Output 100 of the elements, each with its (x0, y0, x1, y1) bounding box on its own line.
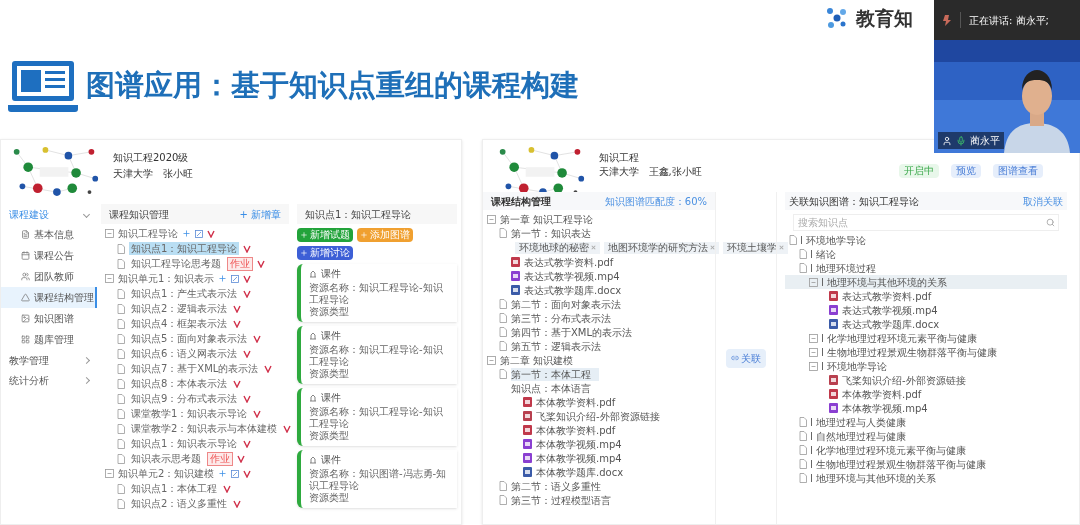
tree-item[interactable]: 第四节：基于XML的表示法 (511, 325, 641, 339)
tree-item[interactable]: 知识点1：产生式表示法 (129, 287, 240, 300)
tree-item[interactable]: 绪论 (816, 247, 836, 261)
file-link[interactable]: 本体教学题库.docx (536, 465, 632, 479)
tree-item[interactable]: 知识表示思考题 (129, 452, 203, 465)
file-link[interactable]: 本体教学视频.mp4 (536, 437, 630, 451)
resource-name: 资源名称：知识工程导论-知识工程导论 (309, 282, 444, 306)
tree-item[interactable]: 知识点2：逻辑表示法 (129, 302, 230, 315)
v-mark-icon[interactable] (207, 229, 215, 238)
tree-item[interactable]: 生物地理过程景观生物群落平衡与健康 (816, 457, 986, 471)
collapse-icon[interactable] (809, 333, 818, 343)
tree-item[interactable]: 地理环境与其他环境的关系 (816, 471, 936, 485)
file-link[interactable]: 表达式教学视频.mp4 (842, 303, 938, 317)
collapse-icon[interactable] (487, 214, 496, 224)
file-link[interactable]: 表达式教学题库.docx (524, 283, 630, 297)
tree-item[interactable]: 第一节：本体工程 (511, 367, 599, 381)
tree-item[interactable]: 知识点1：本体工程 (129, 482, 220, 495)
collapse-icon[interactable] (487, 355, 496, 365)
file-link[interactable]: 本体教学视频.mp4 (842, 401, 928, 415)
sidebar-item[interactable]: 基本信息 (1, 224, 97, 245)
plus-icon[interactable] (218, 469, 228, 478)
collapse-icon[interactable] (809, 277, 818, 287)
tree-item[interactable]: 知识点9：分布式表示法 (129, 392, 240, 405)
edit-icon[interactable] (231, 274, 240, 283)
file-link[interactable]: 表达式教学资料.pdf (524, 255, 622, 269)
tree-item[interactable]: 化学地理过程环境元素平衡与健康 (827, 331, 977, 345)
tree-item[interactable]: 自然地理过程与健康 (816, 429, 906, 443)
v-mark-icon[interactable] (264, 364, 273, 373)
tree-item[interactable]: 生物地理过程景观生物群落平衡与健康 (827, 345, 997, 359)
resource-card[interactable]: 课件 资源名称：知识工程导论-知识工程导论 资源类型 (297, 326, 457, 384)
course-title: 知识工程2020级 (113, 152, 190, 164)
tree-item[interactable]: 第三节：分布式表示法 (511, 311, 619, 325)
resource-card[interactable]: 课件 资源名称：知识工程导论-知识工程导论 资源类型 (297, 388, 457, 446)
resource-card[interactable]: 课件 资源名称：知识工程导论-知识工程导论 资源类型 (297, 264, 457, 322)
sidebar-item[interactable]: 课程结构管理 (1, 287, 97, 308)
action-button[interactable]: 图谱查看 (993, 164, 1043, 178)
tree-item[interactable]: 地理过程与人类健康 (816, 415, 906, 429)
tree-item[interactable]: 第三节：过程模型语言 (511, 493, 619, 507)
tree-item[interactable]: 第二节：语义多重性 (511, 479, 609, 493)
collapse-icon[interactable] (809, 361, 818, 371)
tree-item[interactable]: 第一章 知识工程导论 (500, 212, 602, 226)
file-link[interactable]: 本体教学资料.pdf (842, 387, 922, 401)
sidebar-group[interactable]: 课程建设 (1, 204, 97, 224)
tag[interactable]: 地图环境学的研究方法 (604, 241, 719, 254)
tree-item[interactable]: 知识点5：面向对象表示法 (129, 332, 250, 345)
tree-item[interactable]: 第二节：面向对象表示法 (511, 297, 629, 311)
tree-item[interactable]: 知识点1：知识表示导论 (129, 437, 240, 450)
sidebar-item[interactable]: 课程公告 (1, 245, 97, 266)
file-link[interactable]: 本体教学资料.pdf (536, 395, 624, 409)
plus-icon[interactable] (182, 229, 191, 238)
sidebar-item[interactable]: 团队教师 (1, 266, 97, 287)
collapse-icon[interactable] (105, 274, 114, 283)
search-icon[interactable] (1046, 218, 1055, 227)
collapse-icon[interactable] (105, 469, 114, 478)
tree-item[interactable]: 知识点：本体语言 (511, 381, 599, 395)
plus-icon[interactable] (218, 274, 228, 283)
edit-icon[interactable] (231, 469, 240, 478)
tree-item[interactable]: 第五节：逻辑表示法 (511, 339, 609, 353)
resource-card[interactable]: 课件 资源名称：知识图谱-冯志勇-知识工程导论 资源类型 (297, 450, 457, 508)
tree-item[interactable]: 第二章 知识建模 (500, 353, 582, 367)
search-field[interactable]: 搜索知识点 (793, 214, 1059, 231)
file-link[interactable]: 飞桨知识介绍-外部资源链接 (842, 373, 966, 387)
microphone-icon[interactable] (956, 135, 966, 146)
tree-group-label[interactable]: 知识单元1：知识表示 (118, 271, 215, 286)
file-link[interactable]: 飞桨知识介绍-外部资源链接 (536, 409, 668, 423)
edit-icon[interactable] (195, 229, 203, 238)
tag[interactable]: 环境地球的秘密 (515, 241, 600, 254)
tree-item[interactable]: 知识点7：基于XML的表示法 (129, 362, 261, 375)
tree-item[interactable]: 课堂教学1：知识表示导论 (129, 407, 250, 420)
tree-item[interactable]: 知识点8：本体表示法 (129, 377, 230, 390)
action-button[interactable]: 新增讨论 (297, 246, 353, 260)
sidebar-group[interactable]: 统计分析 (1, 370, 97, 390)
tree-item[interactable]: 知识点2：语义多重性 (129, 497, 230, 510)
tree-group-label[interactable]: 知识单元2：知识建模 (118, 466, 215, 481)
tag[interactable]: 环境土壤学 (723, 241, 788, 254)
courseware-icon (309, 332, 317, 340)
v-mark-icon[interactable] (283, 424, 292, 433)
tree-item[interactable]: 知识工程导论思考题 (129, 257, 223, 270)
tree-group-label[interactable]: 知识工程导论 (118, 226, 178, 241)
tree-item[interactable]: 第一节：知识表达 (511, 226, 599, 240)
tree-item[interactable]: 知识点6：语义网表示法 (129, 347, 240, 360)
collapse-icon[interactable] (105, 229, 114, 238)
file-link[interactable]: 表达式教学题库.docx (842, 317, 940, 331)
sidebar-item[interactable]: 题库管理 (1, 329, 97, 350)
tree-item[interactable]: 地理环境过程 (816, 261, 876, 275)
tree-item[interactable]: 环境地学导论 (806, 233, 866, 247)
file-link[interactable]: 表达式教学资料.pdf (842, 289, 932, 303)
tree-item[interactable]: 课堂教学2：知识表示与本体建模 (129, 422, 280, 435)
tree-item[interactable]: 环境地学导论 (827, 359, 887, 373)
sidebar-group[interactable]: 教学管理 (1, 350, 97, 370)
sidebar-item[interactable]: 知识图谱 (1, 308, 97, 329)
file-link[interactable]: 本体教学资料.pdf (536, 423, 624, 437)
collapse-icon[interactable] (809, 347, 818, 357)
file-link[interactable]: 表达式教学视频.mp4 (524, 269, 628, 283)
link-button[interactable]: 关联 (726, 348, 766, 368)
tree-item[interactable]: 知识点4：框架表示法 (129, 317, 230, 330)
file-link[interactable]: 本体教学视频.mp4 (536, 451, 630, 465)
tree-item[interactable]: 化学地理过程环境元素平衡与健康 (816, 443, 966, 457)
tree-item[interactable]: 知识点1：知识工程导论 (129, 242, 240, 255)
action-button[interactable]: 预览 (951, 164, 981, 178)
